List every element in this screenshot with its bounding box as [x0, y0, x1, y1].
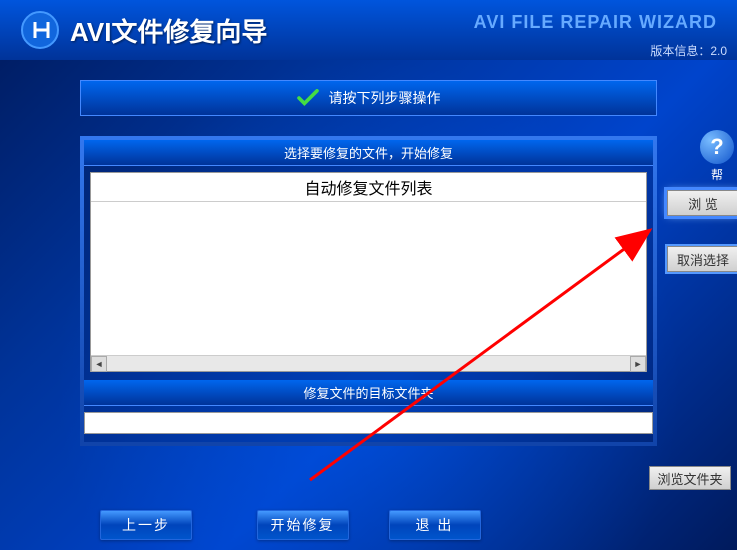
app-logo-icon — [20, 10, 60, 50]
browse-folder-button[interactable]: 浏览文件夹 — [649, 466, 731, 490]
target-folder-input[interactable] — [84, 412, 653, 434]
deselect-button[interactable]: 取消选择 — [667, 246, 737, 272]
app-title-cn: AVI文件修复向导 — [70, 12, 267, 49]
instruction-bar: 请按下列步骤操作 — [80, 80, 657, 116]
version-label: 版本信息：2.0 — [650, 42, 727, 59]
scroll-left-icon[interactable]: ◄ — [91, 356, 107, 372]
file-list[interactable]: 自动修复文件列表 ◄ ► — [90, 172, 647, 372]
scroll-right-icon[interactable]: ► — [630, 356, 646, 372]
start-repair-button[interactable]: 开始修复 — [257, 510, 349, 540]
target-folder-header: 修复文件的目标文件夹 — [84, 380, 653, 406]
browse-button[interactable]: 浏 览 — [667, 190, 737, 216]
exit-button[interactable]: 退 出 — [389, 510, 481, 540]
check-icon — [297, 89, 319, 107]
app-title-en: AVI FILE REPAIR WIZARD — [474, 12, 717, 33]
horizontal-scrollbar[interactable]: ◄ ► — [91, 355, 646, 371]
app-header: AVI文件修复向导 AVI FILE REPAIR WIZARD 版本信息：2.… — [0, 0, 737, 60]
prev-button[interactable]: 上一步 — [100, 510, 192, 540]
instruction-text: 请按下列步骤操作 — [329, 88, 441, 108]
file-select-panel: 选择要修复的文件，开始修复 自动修复文件列表 ◄ ► 修复文件的目标文件夹 — [80, 136, 657, 446]
file-list-header: 自动修复文件列表 — [91, 173, 646, 202]
file-select-header: 选择要修复的文件，开始修复 — [84, 140, 653, 166]
scroll-track[interactable] — [107, 356, 630, 371]
